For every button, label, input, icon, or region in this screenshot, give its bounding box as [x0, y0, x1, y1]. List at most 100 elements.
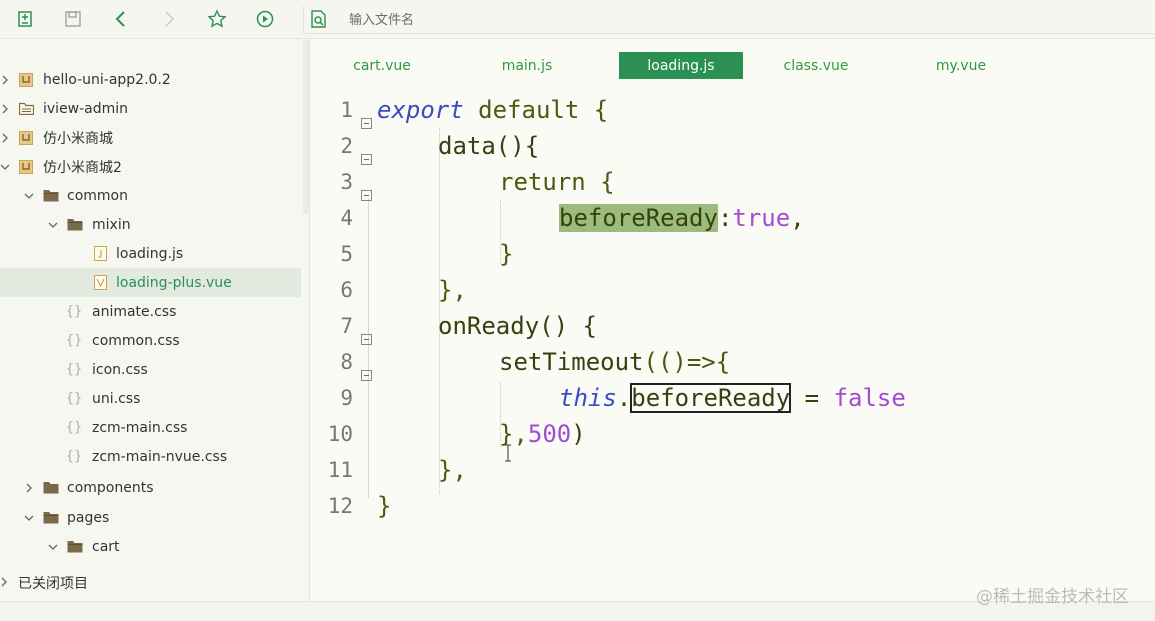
ide-window: hello-uni-app2.0.2 iview-admin 仿小米商城 仿小米…: [0, 0, 1155, 621]
token-setTimeout: setTimeout: [499, 348, 644, 376]
tree-item-components[interactable]: components: [0, 473, 301, 502]
fold-toggle-icon[interactable]: [361, 104, 373, 129]
token-false: false: [833, 384, 906, 412]
line-number: 10: [327, 422, 353, 446]
code-line: 8 setTimeout(()=>{: [311, 344, 1155, 381]
line-number: 7: [340, 314, 353, 338]
css-file-icon: {}: [65, 304, 83, 319]
token-export: export: [377, 96, 464, 124]
watermark: @稀土掘金技术社区: [976, 587, 1129, 607]
token-default: default: [478, 96, 580, 124]
file-search-input[interactable]: [349, 10, 849, 30]
fold-toggle-icon[interactable]: [361, 176, 373, 201]
code-line: 12 }: [311, 488, 1155, 524]
tree-item-label: mixin: [92, 216, 131, 233]
css-file-icon: {}: [65, 362, 83, 377]
fold-toggle-icon[interactable]: [361, 320, 373, 345]
line-number: 1: [340, 98, 353, 122]
tree-item-label: cart: [92, 538, 120, 555]
tree-item-uni-css[interactable]: {} uni.css: [0, 384, 301, 413]
token-beforeReady-selected: beforeReady: [630, 383, 792, 413]
star-icon[interactable]: [205, 7, 229, 31]
toolbar: [0, 0, 1155, 39]
folder-icon: [43, 480, 59, 496]
tree-item-pages[interactable]: pages: [0, 503, 301, 532]
run-icon[interactable]: [253, 7, 277, 31]
sidebar-scrollbar[interactable]: [303, 39, 309, 214]
chevron-down-icon: [24, 513, 34, 523]
css-file-icon: {}: [65, 391, 83, 406]
tab-label: cart.vue: [353, 57, 411, 74]
tab-label: class.vue: [783, 57, 849, 74]
tree-item-xiaomi-mall[interactable]: 仿小米商城: [0, 123, 301, 152]
tab-loading-js[interactable]: loading.js: [619, 52, 743, 79]
css-file-icon: {}: [65, 449, 83, 464]
tree-item-label: loading.js: [116, 245, 184, 262]
tree-item-zcm-main-nvue-css[interactable]: {} zcm-main-nvue.css: [0, 442, 301, 471]
code-line: 9 this.beforeReady = false: [311, 380, 1155, 416]
search-file-icon[interactable]: [307, 7, 331, 31]
tree-item-common[interactable]: common: [0, 181, 301, 210]
token-onReady: onReady() {: [438, 312, 597, 340]
tree-item-label: common: [67, 187, 128, 204]
code-line: 3 return {: [311, 164, 1155, 201]
code-line: 2 data(){: [311, 128, 1155, 165]
token-true: true: [732, 204, 791, 232]
tree-item-animate-css[interactable]: {} animate.css: [0, 297, 301, 326]
back-icon[interactable]: [109, 7, 133, 31]
line-number: 8: [340, 350, 353, 374]
chevron-right-icon: [0, 575, 8, 591]
tree-item-cart[interactable]: cart: [0, 532, 301, 561]
css-file-icon: {}: [65, 333, 83, 348]
tree-item-loading-js[interactable]: loading.js: [0, 239, 301, 268]
chevron-right-icon: [0, 133, 10, 143]
tree-item-label: uni.css: [92, 390, 141, 407]
token-eq: =: [790, 384, 834, 412]
css-file-icon: {}: [65, 420, 83, 435]
chevron-down-icon: [0, 162, 10, 172]
tree-item-label: hello-uni-app2.0.2: [43, 71, 171, 88]
tree-item-iview-admin[interactable]: iview-admin: [0, 94, 301, 123]
chevron-down-icon: [24, 191, 34, 201]
forward-icon[interactable]: [157, 7, 181, 31]
tree-item-mixin[interactable]: mixin: [0, 210, 301, 239]
new-file-icon[interactable]: [13, 7, 37, 31]
fold-toggle-icon[interactable]: [361, 140, 373, 165]
line-number: 6: [340, 278, 353, 302]
uni-project-icon: [18, 130, 34, 146]
line-number: 12: [327, 494, 353, 518]
tab-class-vue[interactable]: class.vue: [776, 52, 856, 79]
token-this: this: [559, 384, 617, 412]
tree-item-loading-plus-vue[interactable]: loading-plus.vue: [0, 268, 301, 297]
tree-item-zcm-main-css[interactable]: {} zcm-main.css: [0, 413, 301, 442]
folder-icon: [43, 188, 59, 204]
token-brace: }: [377, 492, 392, 520]
line-number: 11: [327, 458, 353, 482]
tab-my-vue[interactable]: my.vue: [928, 52, 994, 79]
tree-item-hello-uni-app[interactable]: hello-uni-app2.0.2: [0, 65, 301, 94]
tab-main-js[interactable]: main.js: [494, 52, 560, 79]
line-number: 9: [340, 386, 353, 410]
js-file-icon: [92, 246, 108, 262]
chevron-right-icon: [0, 104, 10, 114]
line-number: 5: [340, 242, 353, 266]
code-line: 4 beforeReady:true,: [311, 200, 1155, 236]
code-editor[interactable]: 1 export default { 2 data(){ 3 return { …: [311, 88, 1155, 601]
save-icon[interactable]: [61, 7, 85, 31]
tab-label: my.vue: [935, 57, 987, 74]
vue-file-icon: [92, 275, 108, 291]
token-500: 500: [527, 420, 572, 448]
tree-item-icon-css[interactable]: {} icon.css: [0, 355, 301, 384]
code-line: 6 },: [311, 272, 1155, 308]
tree-item-label: pages: [67, 509, 110, 526]
tree-item-xiaomi-mall-2[interactable]: 仿小米商城2: [0, 152, 301, 181]
token-paren: ): [571, 420, 586, 448]
token-beforeReady-highlighted: beforeReady: [559, 204, 718, 232]
tree-item-common-css[interactable]: {} common.css: [0, 326, 301, 355]
closed-projects[interactable]: 已关闭项目: [0, 568, 301, 597]
token-arrow: (()=>{: [643, 348, 731, 376]
fold-toggle-icon[interactable]: [361, 356, 373, 381]
tab-cart-vue[interactable]: cart.vue: [343, 52, 421, 79]
code-line: 1 export default {: [311, 92, 1155, 129]
line-number: 3: [340, 170, 353, 194]
